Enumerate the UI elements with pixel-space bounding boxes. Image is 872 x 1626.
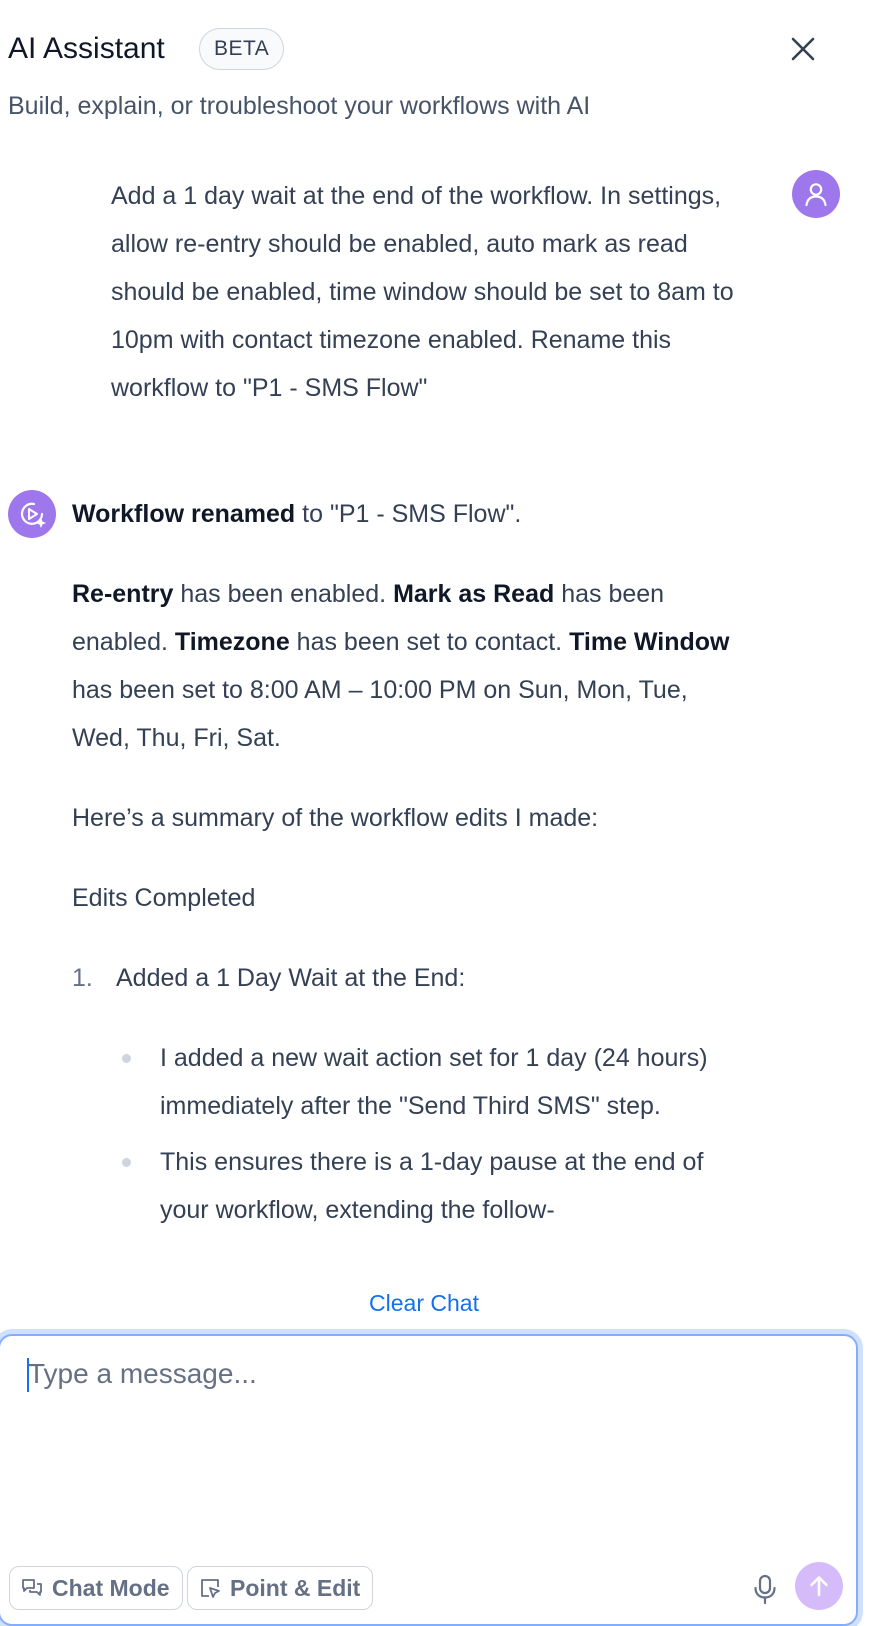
ai-message: Workflow renamed to "P1 - SMS Flow". Re-… bbox=[72, 490, 752, 1242]
point-edit-button[interactable]: Point & Edit bbox=[187, 1566, 374, 1610]
rename-line: Workflow renamed to "P1 - SMS Flow". bbox=[72, 490, 752, 538]
ai-sparkle-icon bbox=[20, 502, 46, 528]
timezone-bold: Timezone bbox=[174, 628, 290, 656]
bullet-text: This ensures there is a 1-day pause at t… bbox=[160, 1148, 704, 1224]
bullet-dot bbox=[122, 1054, 131, 1063]
beta-badge: BETA bbox=[199, 28, 285, 70]
bullet-text: I added a new wait action set for 1 day … bbox=[160, 1044, 708, 1120]
chat-bubbles-icon bbox=[22, 1579, 42, 1596]
timezone-rest: has been set to contact. bbox=[289, 628, 570, 656]
reentry-bold: Re-entry bbox=[72, 580, 174, 608]
user-avatar bbox=[792, 170, 840, 218]
summary-intro: Here’s a summary of the workflow edits I… bbox=[72, 804, 599, 832]
microphone-button[interactable] bbox=[748, 1572, 782, 1606]
message-input[interactable] bbox=[28, 1358, 828, 1518]
close-icon bbox=[791, 37, 815, 61]
send-button[interactable] bbox=[795, 1562, 843, 1610]
user-icon bbox=[805, 183, 827, 207]
panel-title: AI Assistant bbox=[8, 32, 165, 65]
timewindow-rest: has been set to 8:00 AM – 10:00 PM on Su… bbox=[72, 676, 688, 752]
settings-paragraph: Re-entry has been enabled. Mark as Read … bbox=[72, 570, 752, 762]
clear-chat-link[interactable]: Clear Chat bbox=[0, 1290, 848, 1317]
timewindow-bold: Time Window bbox=[569, 628, 730, 656]
list-item: 1. Added a 1 Day Wait at the End: bbox=[72, 954, 752, 1002]
rename-bold: Workflow renamed bbox=[72, 500, 296, 528]
user-message: Add a 1 day wait at the end of the workf… bbox=[111, 182, 734, 402]
chat-history[interactable]: Add a 1 day wait at the end of the workf… bbox=[0, 160, 860, 1260]
chat-mode-button[interactable]: Chat Mode bbox=[9, 1566, 183, 1610]
message-composer: Chat Mode Point & Edit bbox=[0, 1334, 858, 1626]
list-item-title: Added a 1 Day Wait at the End: bbox=[116, 964, 466, 992]
point-edit-label: Point & Edit bbox=[230, 1574, 361, 1601]
pointer-edit-icon bbox=[201, 1579, 220, 1598]
markread-bold: Mark as Read bbox=[393, 580, 555, 608]
arrow-up-icon bbox=[810, 1576, 828, 1597]
assistant-header: AI Assistant BETA bbox=[8, 26, 848, 76]
close-button[interactable] bbox=[786, 32, 820, 66]
chat-mode-label: Chat Mode bbox=[52, 1574, 170, 1601]
microphone-icon bbox=[754, 1574, 776, 1605]
bullet-item: This ensures there is a 1-day pause at t… bbox=[72, 1138, 752, 1234]
text-cursor bbox=[27, 1358, 29, 1392]
ai-avatar bbox=[8, 490, 56, 538]
bullet-item: I added a new wait action set for 1 day … bbox=[72, 1034, 752, 1130]
rename-rest: to "P1 - SMS Flow". bbox=[295, 500, 522, 528]
reentry-rest: has been enabled. bbox=[173, 580, 394, 608]
edits-heading: Edits Completed bbox=[72, 884, 256, 912]
panel-subtitle: Build, explain, or troubleshoot your wor… bbox=[8, 92, 591, 120]
bullet-dot bbox=[122, 1158, 131, 1167]
list-number: 1. bbox=[72, 964, 93, 992]
bullet-list: I added a new wait action set for 1 day … bbox=[72, 1034, 752, 1234]
